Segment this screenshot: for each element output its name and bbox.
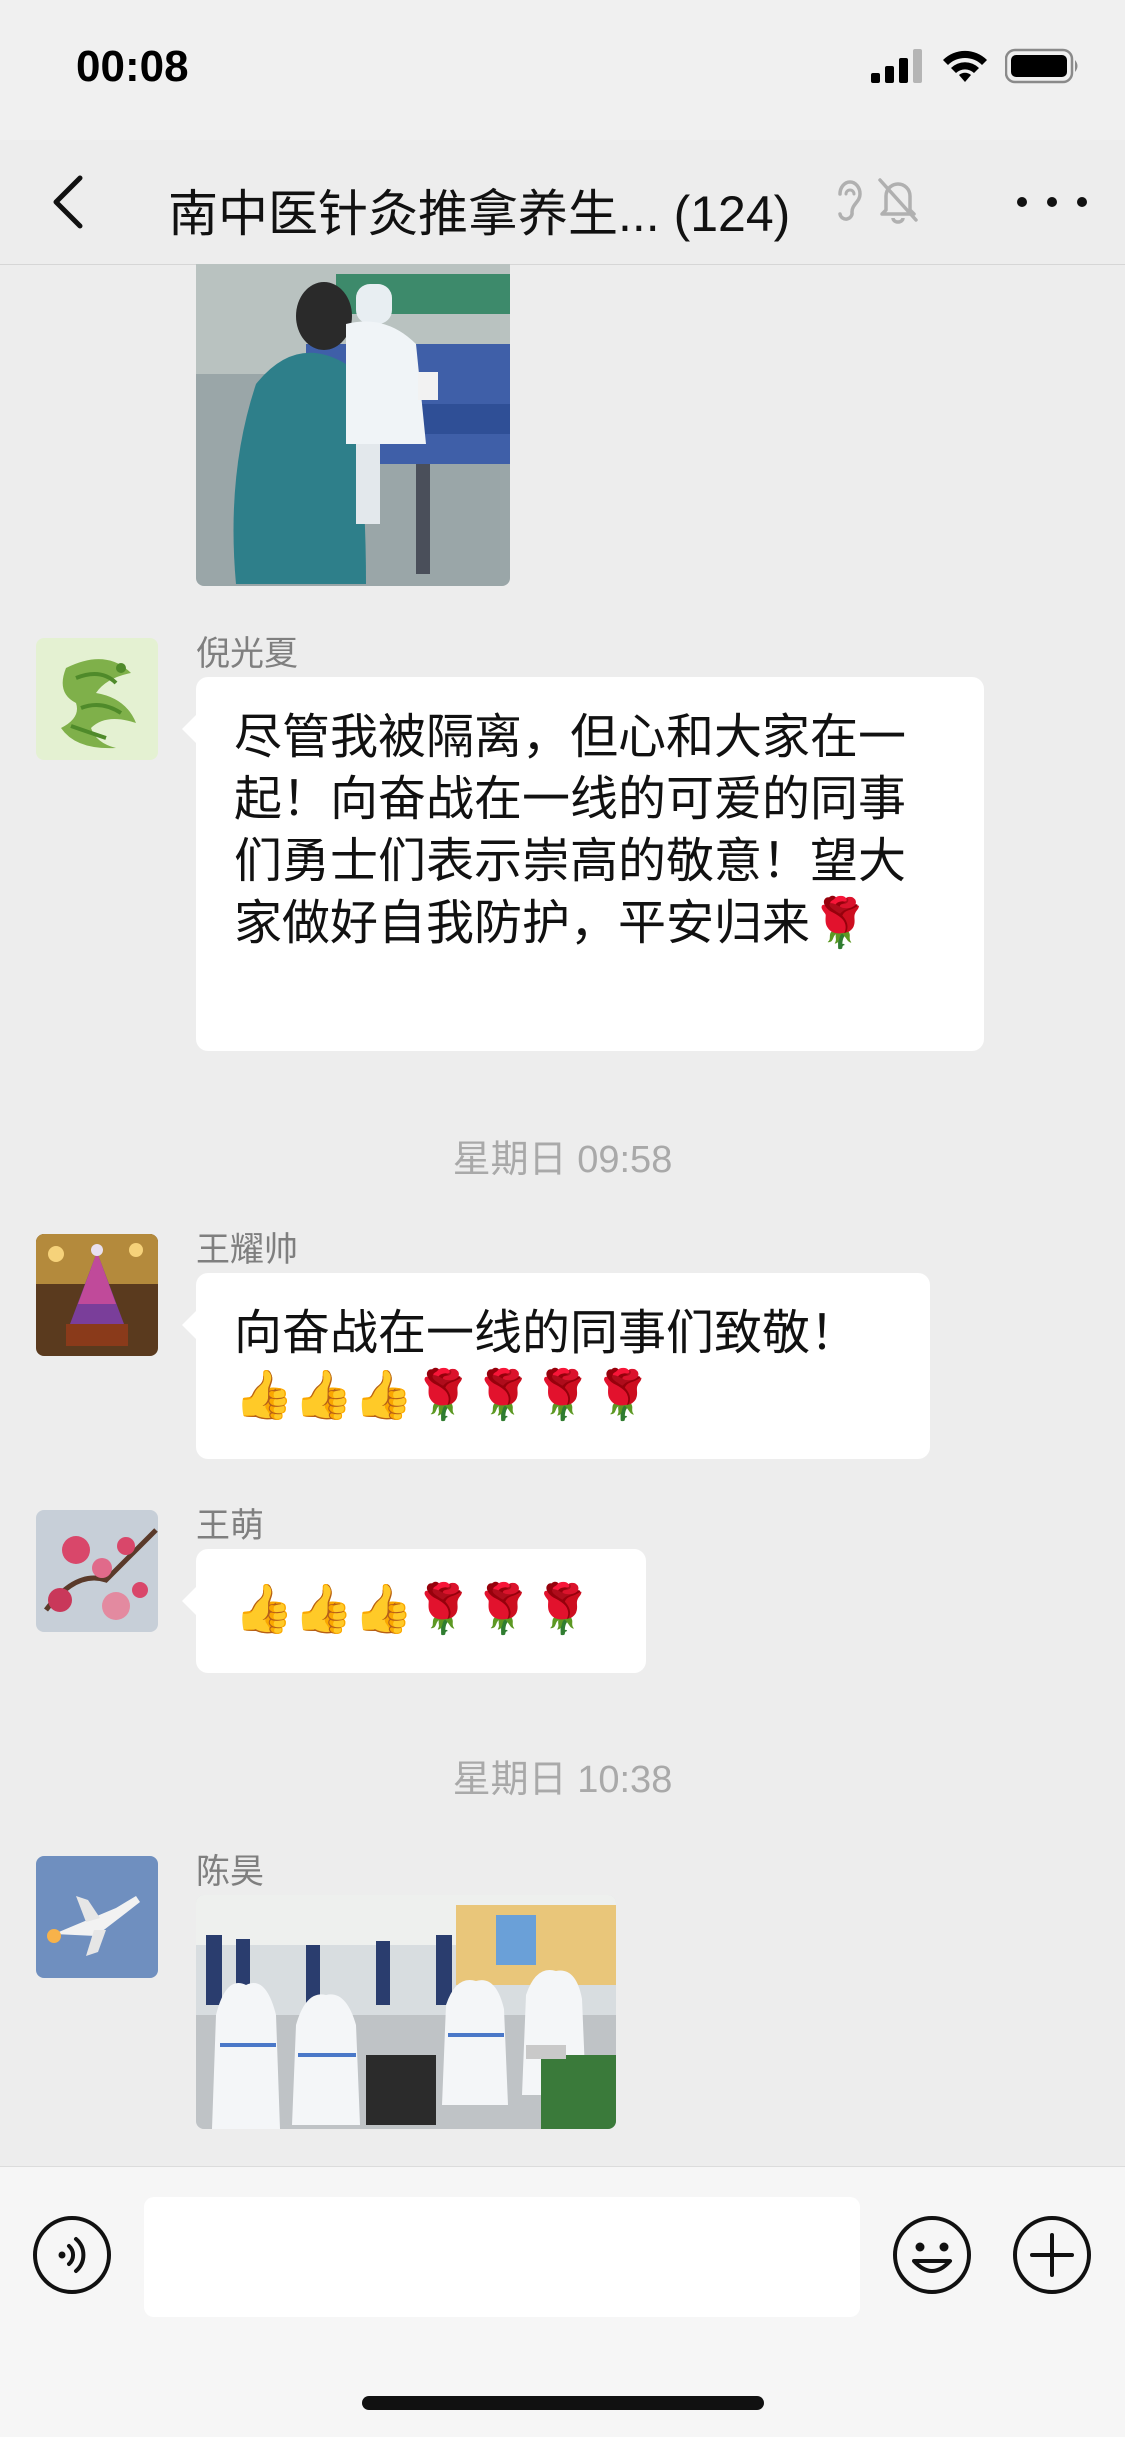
chat-title: 南中医针灸推拿养生... (124) [168, 186, 791, 242]
bell-mute-icon [878, 178, 918, 224]
home-indicator[interactable] [362, 2396, 764, 2410]
sender-name: 王萌 [196, 1507, 264, 1545]
timestamp: 星期日 09:58 [452, 1139, 673, 1181]
sender-name: 陈昊 [196, 1853, 264, 1891]
text-message[interactable]: 向奋战在一线的同事们致敬！👍👍👍🌹🌹🌹🌹 [182, 1273, 930, 1459]
status-bar: 00:08 [0, 0, 1125, 140]
text-message[interactable]: 👍👍👍🌹🌹🌹 [182, 1549, 646, 1673]
message-list[interactable]: 倪光夏 尽管我被隔离，但心和大家在一起！向奋战在一线的可爱的同事们勇士们表示崇高… [0, 264, 1125, 2166]
timestamp: 星期日 10:38 [452, 1759, 673, 1801]
image-message[interactable] [196, 264, 510, 586]
message-input[interactable] [144, 2197, 860, 2317]
ear-icon [838, 180, 862, 221]
voice-icon [33, 2216, 111, 2294]
sender-name: 倪光夏 [196, 635, 298, 673]
image-message[interactable] [196, 1895, 616, 2129]
signal-icon [871, 49, 922, 83]
voice-button[interactable] [32, 2215, 112, 2295]
plus-icon [1013, 2216, 1091, 2294]
status-icons [871, 48, 1081, 84]
avatar[interactable] [36, 1856, 158, 1978]
text-message[interactable]: 尽管我被隔离，但心和大家在一起！向奋战在一线的可爱的同事们勇士们表示崇高的敬意！… [182, 677, 984, 1051]
emoji-button[interactable] [892, 2215, 972, 2295]
more-dots-icon [1017, 197, 1027, 207]
plus-button[interactable] [1012, 2215, 1092, 2295]
chat-header: 南中医针灸推拿养生... (124) [0, 140, 1125, 265]
avatar[interactable] [36, 638, 158, 760]
avatar[interactable] [36, 1510, 158, 1632]
more-button[interactable] [1017, 182, 1087, 222]
back-button[interactable] [38, 170, 98, 234]
avatar[interactable] [36, 1234, 158, 1356]
emoji-icon [893, 2216, 971, 2294]
wifi-icon [943, 50, 987, 82]
battery-icon [1005, 48, 1078, 84]
status-time: 00:08 [76, 42, 189, 91]
sender-name: 王耀帅 [196, 1231, 298, 1269]
chevron-left-icon [53, 175, 83, 229]
